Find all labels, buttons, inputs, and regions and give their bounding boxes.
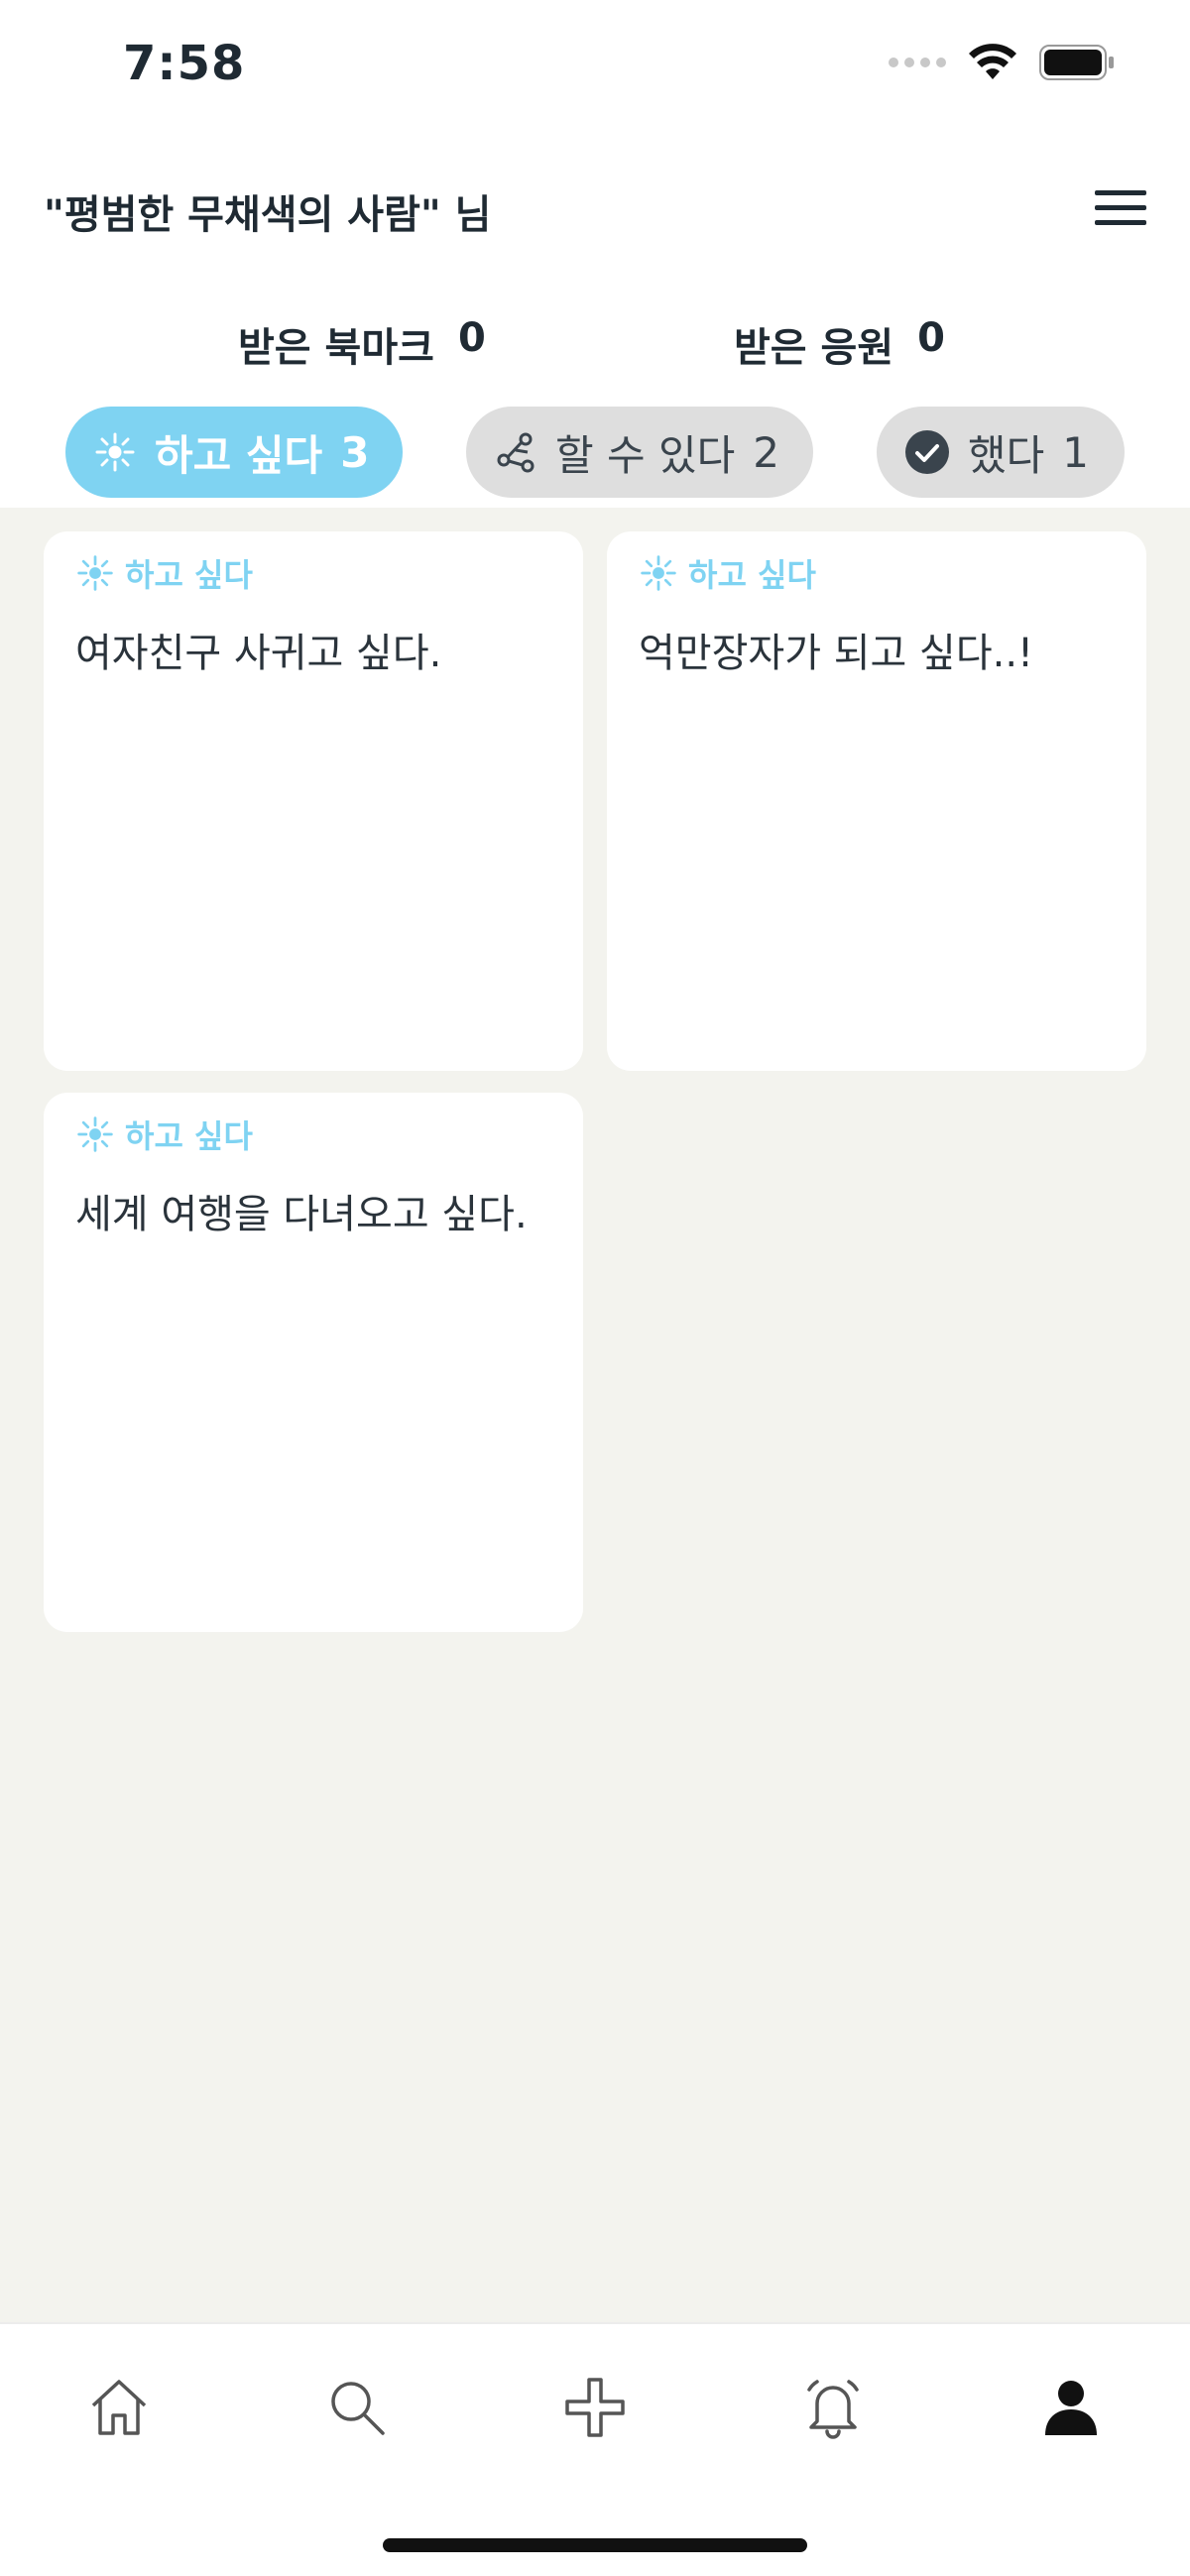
stat-bookmark-count: 0 (457, 315, 486, 361)
card-item[interactable]: 하고 싶다 세계 여행을 다녀오고 싶다. (44, 1093, 583, 1632)
stat-cheer-count: 0 (917, 315, 945, 361)
wifi-icon (969, 44, 1016, 79)
tab-want[interactable]: 하고 싶다 3 (65, 407, 403, 498)
status-time: 7:58 (123, 36, 246, 91)
header: "평범한 무채색의 사람" 님 (0, 159, 1190, 258)
menu-button[interactable] (1093, 186, 1148, 230)
nav-notifications[interactable] (793, 2368, 873, 2447)
home-indicator (383, 2538, 807, 2552)
sparkle-icon (641, 555, 676, 591)
card-text: 억만장자가 되고 싶다..! (639, 631, 1034, 676)
card-text: 여자친구 사귀고 싶다. (75, 631, 442, 676)
card-tag-label: 하고 싶다 (688, 556, 816, 594)
nav-home[interactable] (79, 2368, 159, 2447)
signal-icon (889, 58, 946, 67)
search-icon (331, 2382, 385, 2435)
tab-want-label: 하고 싶다 (155, 430, 323, 480)
card-tag-label: 하고 싶다 (125, 1117, 253, 1155)
stat-cheer: 받은 응원 0 (734, 315, 945, 373)
plus-icon (565, 2378, 625, 2437)
status-icons (889, 44, 1115, 81)
tab-want-count: 3 (340, 427, 370, 477)
tab-can-count: 2 (753, 427, 779, 477)
status-bar: 7:58 (0, 0, 1190, 129)
sparkle-icon (77, 555, 113, 591)
hamburger-menu-icon (1095, 190, 1146, 225)
sparkle-icon (95, 432, 135, 472)
page-title: "평범한 무채색의 사람" 님 (44, 192, 492, 238)
profile-icon (1045, 2381, 1097, 2435)
stats-row: 받은 북마크 0 받은 응원 0 (0, 315, 1190, 375)
stat-bookmark-label: 받은 북마크 (238, 325, 434, 371)
share-nodes-icon (497, 432, 535, 473)
sparkle-icon (77, 1116, 113, 1152)
card-tag: 하고 싶다 (75, 1112, 551, 1156)
card-tag-label: 하고 싶다 (125, 556, 253, 594)
tab-did-label: 했다 (968, 430, 1045, 480)
nav-add[interactable] (555, 2368, 635, 2447)
card-grid: 하고 싶다 여자친구 사귀고 싶다. 하고 싶다 억만장자가 되고 싶다..! … (0, 508, 1190, 2322)
card-item[interactable]: 하고 싶다 억만장자가 되고 싶다..! (607, 531, 1146, 1071)
tab-did-count: 1 (1062, 427, 1090, 477)
nav-profile[interactable] (1031, 2368, 1111, 2447)
nav-search[interactable] (317, 2368, 397, 2447)
tab-can[interactable]: 할 수 있다 2 (466, 407, 813, 498)
check-circle-icon (905, 430, 949, 474)
tab-can-label: 할 수 있다 (555, 430, 736, 480)
card-item[interactable]: 하고 싶다 여자친구 사귀고 싶다. (44, 531, 583, 1071)
battery-icon (1039, 45, 1114, 80)
card-tag: 하고 싶다 (639, 551, 1115, 595)
tab-did[interactable]: 했다 1 (877, 407, 1125, 498)
tab-bar: 하고 싶다 3 할 수 있다 2 했다 1 (0, 407, 1190, 498)
card-text: 세계 여행을 다녀오고 싶다. (75, 1192, 528, 1237)
card-tag: 하고 싶다 (75, 551, 551, 595)
stat-bookmark: 받은 북마크 0 (238, 315, 486, 373)
bell-icon (807, 2380, 859, 2439)
stat-cheer-label: 받은 응원 (734, 325, 894, 371)
home-icon (91, 2380, 147, 2435)
